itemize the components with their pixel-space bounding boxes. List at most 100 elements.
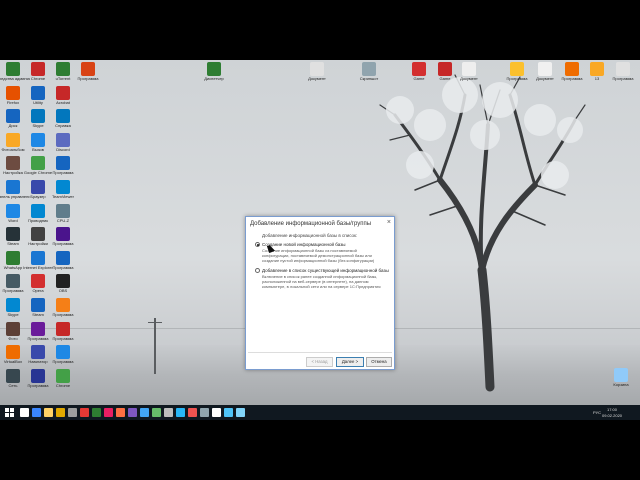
desktop-icon-label: Программа — [612, 77, 634, 81]
app-icon — [31, 203, 45, 218]
taskbar-app-icon[interactable] — [236, 408, 245, 417]
add-existing-title: Добавление в список существующей информа… — [262, 268, 389, 273]
desktop-icon-label: Программа — [52, 265, 74, 270]
taskbar-app-icon[interactable] — [80, 408, 89, 417]
recycle-bin-glyph — [614, 368, 628, 382]
app-icon — [31, 250, 45, 265]
taskbar-app-icon[interactable] — [92, 408, 101, 417]
desktop-icon-label: Chrome — [55, 383, 71, 388]
desktop-icon-label: Программа — [52, 242, 74, 247]
add-existing-radio[interactable] — [255, 268, 260, 273]
app-icon — [56, 180, 70, 194]
desktop-icon-label: TeamViewer — [52, 195, 74, 199]
cancel-button[interactable]: Отмена — [366, 357, 392, 367]
app-icon — [31, 109, 45, 124]
recycle-bin-label: Корзина — [613, 383, 629, 387]
desktop-icon-label: Справка — [55, 124, 71, 129]
app-icon — [31, 227, 45, 242]
desktop-icon-label: Скриншот — [359, 77, 379, 81]
section-label: Добавление информационной базы в список: — [262, 233, 358, 238]
app-icon — [6, 368, 20, 383]
close-icon[interactable]: × — [387, 219, 391, 226]
windows-logo-icon — [5, 408, 9, 412]
app-icon — [6, 250, 20, 265]
app-icon — [6, 85, 20, 100]
desktop-icon-label: Программа — [52, 313, 74, 317]
taskbar-app-icon[interactable] — [140, 408, 149, 417]
utility-pole-crossbar — [148, 322, 162, 323]
app-icon — [31, 345, 45, 360]
add-existing-description: Включение в список ранее созданной инфор… — [262, 274, 381, 289]
desktop-icon-label: Программа — [52, 336, 74, 341]
desktop[interactable]: Средства администрированияFirefoxДискФот… — [0, 60, 640, 420]
desktop-icon[interactable]: Диспетчер — [197, 62, 231, 92]
next-button[interactable]: Далее > — [336, 357, 364, 367]
desktop-icon-label: Документ — [460, 77, 478, 81]
taskbar-app-icon[interactable] — [44, 408, 53, 417]
app-icon — [56, 62, 70, 76]
desktop-icon[interactable]: Скриншот — [352, 62, 386, 92]
app-icon — [616, 62, 630, 76]
taskbar-app-icon[interactable] — [152, 408, 161, 417]
app-icon — [56, 85, 70, 100]
desktop-icon-label: Acrobat — [56, 100, 70, 105]
taskbar-app-icon[interactable] — [116, 408, 125, 417]
desktop-icon[interactable]: Программа — [71, 62, 105, 92]
app-icon — [590, 62, 604, 76]
app-icon — [56, 109, 70, 124]
create-new-radio[interactable] — [255, 242, 260, 247]
app-icon — [6, 62, 20, 76]
taskbar: РУС 17:00 09.02.2020 — [0, 405, 640, 420]
taskbar-app-icon[interactable] — [224, 408, 233, 417]
app-icon — [31, 180, 45, 194]
taskbar-app-icon[interactable] — [188, 408, 197, 417]
app-icon — [6, 298, 20, 312]
recycle-bin-icon[interactable]: Корзина — [604, 368, 638, 398]
app-icon — [31, 298, 45, 312]
clock-time[interactable]: 17:00 — [607, 407, 617, 412]
desktop-icon[interactable]: Документ — [300, 62, 334, 92]
app-icon — [6, 132, 20, 147]
clock-date[interactable]: 09.02.2020 — [602, 413, 622, 418]
app-icon — [412, 62, 426, 76]
taskbar-app-icon[interactable] — [176, 408, 185, 417]
taskbar-app-icon[interactable] — [32, 408, 41, 417]
app-icon — [56, 156, 70, 171]
app-icon — [56, 227, 70, 242]
add-infobase-dialog: Добавление информационной базы/группы × … — [245, 216, 395, 370]
taskbar-app-icon[interactable] — [200, 408, 209, 417]
desktop-icon-label: Discord — [56, 147, 70, 152]
back-button[interactable]: < Назад — [306, 357, 333, 367]
app-icon — [31, 368, 45, 383]
taskbar-app-icon[interactable] — [68, 408, 77, 417]
language-indicator[interactable]: РУС — [593, 410, 601, 415]
app-icon — [56, 368, 70, 383]
app-icon — [31, 85, 45, 100]
taskbar-app-icon[interactable] — [164, 408, 173, 417]
desktop-icon-label: Диспетчер — [204, 77, 224, 81]
desktop-icon-label: Программа — [52, 171, 74, 176]
app-icon — [565, 62, 579, 76]
app-icon — [510, 62, 524, 76]
app-icon — [31, 274, 45, 289]
app-icon — [56, 132, 70, 147]
app-icon — [462, 62, 476, 76]
utility-pole — [154, 318, 156, 374]
desktop-icon-label: CPU-Z — [56, 218, 70, 223]
taskbar-app-icon[interactable] — [56, 408, 65, 417]
desktop-icon[interactable]: Программа — [606, 62, 640, 92]
create-new-description: Создание информационной базы из поставля… — [262, 248, 375, 263]
taskbar-app-icon[interactable] — [20, 408, 29, 417]
taskbar-app-icon[interactable] — [128, 408, 137, 417]
app-icon — [362, 62, 376, 76]
app-icon — [31, 321, 45, 336]
taskbar-app-icon[interactable] — [104, 408, 113, 417]
app-icon — [31, 62, 45, 76]
app-icon — [31, 156, 45, 171]
taskbar-app-icon[interactable] — [212, 408, 221, 417]
desktop-icon[interactable]: Chrome — [46, 368, 80, 399]
app-icon — [6, 156, 20, 171]
app-icon — [6, 227, 20, 242]
start-button[interactable] — [5, 408, 14, 417]
desktop-icon[interactable]: Документ — [452, 62, 486, 92]
